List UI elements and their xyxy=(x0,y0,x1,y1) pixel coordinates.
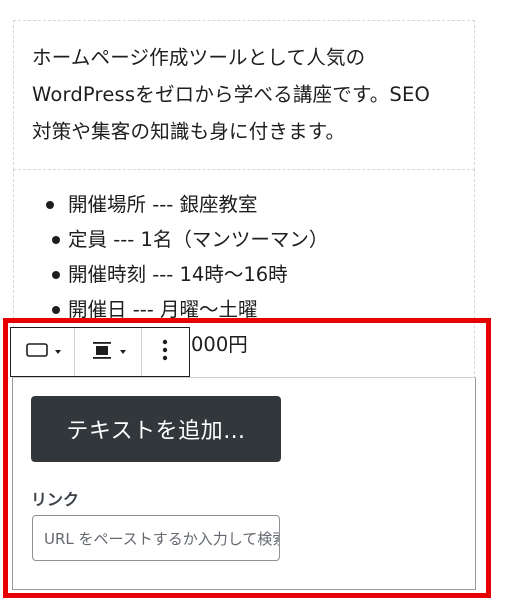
description-paragraph-block[interactable]: ホームページ作成ツールとして人気の WordPressをゼロから学べる講座です。… xyxy=(13,20,475,170)
button-block-icon xyxy=(25,338,49,366)
button-text-field[interactable]: テキストを追加… xyxy=(31,396,281,462)
button-block-editor: テキストを追加… リンク URL をペーストするか入力して検索 xyxy=(12,377,476,590)
description-line: 対策や集客の知識も身に付きます。 xyxy=(32,120,346,143)
list-item: 開催時刻 --- 14時～16時 xyxy=(52,257,328,292)
alignment-button[interactable] xyxy=(75,328,142,376)
bullet-icon xyxy=(52,236,60,244)
more-vertical-icon xyxy=(162,338,168,366)
list-item: 定員 --- 1名（マンツーマン） xyxy=(52,222,329,257)
block-type-button[interactable] xyxy=(11,328,76,376)
bullet-icon xyxy=(52,306,60,314)
justify-center-icon xyxy=(90,338,114,366)
list-item-text: 定員 --- 1名（マンツーマン） xyxy=(68,228,329,251)
list-item-text: 開催日 --- 月曜～土曜 xyxy=(68,298,258,321)
link-label: リンク xyxy=(31,490,80,509)
chevron-down-icon xyxy=(54,350,61,354)
list-item-text: 開催時刻 --- 14時～16時 xyxy=(68,263,288,286)
block-toolbar xyxy=(10,327,190,377)
list-item: 開催日 --- 月曜～土曜 xyxy=(52,292,328,327)
more-options-button[interactable] xyxy=(142,328,189,376)
url-input[interactable]: URL をペーストするか入力して検索 xyxy=(32,515,280,561)
list-item: 開催場所 --- 銀座教室 xyxy=(46,187,328,222)
description-line: WordPressをゼロから学べる講座です。SEO xyxy=(32,83,431,106)
bullet-icon xyxy=(46,201,54,209)
bullet-icon xyxy=(52,271,60,279)
chevron-down-icon xyxy=(119,350,126,354)
description-line: ホームページ作成ツールとして人気の xyxy=(32,46,366,69)
list-item-text: 開催場所 --- 銀座教室 xyxy=(68,193,258,216)
